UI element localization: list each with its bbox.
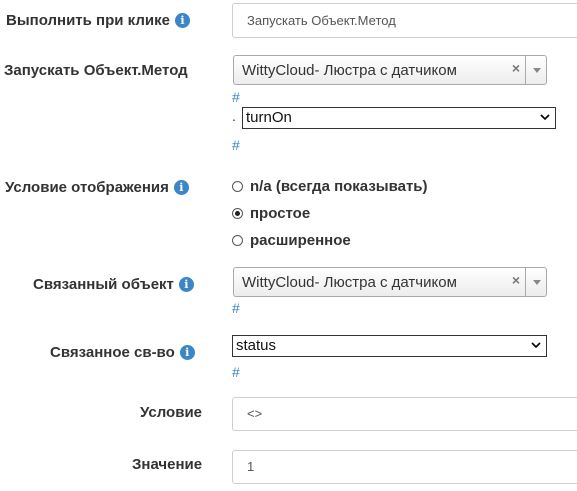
chevron-down-icon[interactable] xyxy=(525,268,546,296)
radio-advanced[interactable]: расширенное xyxy=(232,232,351,249)
chevron-down-icon[interactable] xyxy=(525,56,546,84)
method-select-value: turnOn xyxy=(246,109,292,126)
value-label: Значение xyxy=(132,456,202,474)
value-field-value: 1 xyxy=(247,459,255,474)
object-select-value: WittyCloud- Люстра с датчиком xyxy=(242,62,457,79)
on-click-action-value: Запускать Объект.Метод xyxy=(247,13,396,28)
run-method-label: Запускать Объект.Метод xyxy=(4,62,188,80)
method-link[interactable]: # xyxy=(232,137,240,153)
linked-property-label: Связанное св-во i xyxy=(50,344,195,362)
linked-object-label-text: Связанный объект xyxy=(33,276,174,293)
value-label-text: Значение xyxy=(132,456,203,473)
linked-object-select[interactable]: WittyCloud- Люстра с датчиком × xyxy=(233,267,547,297)
radio-always-show-label: n/a (всегда показывать) xyxy=(250,178,428,195)
method-select[interactable]: turnOn xyxy=(242,107,556,129)
object-select[interactable]: WittyCloud- Люстра с датчиком × xyxy=(233,55,547,85)
chevron-down-icon xyxy=(531,342,541,349)
linked-property-link[interactable]: # xyxy=(232,364,240,380)
close-icon[interactable]: × xyxy=(512,272,520,288)
info-icon[interactable]: i xyxy=(178,277,194,292)
run-method-label-text: Запускать Объект.Метод xyxy=(4,62,188,79)
radio-simple-label: простое xyxy=(250,205,311,222)
linked-object-value: WittyCloud- Люстра с датчиком xyxy=(242,274,457,291)
on-click-label-text: Выполнить при клике xyxy=(6,12,170,29)
close-icon[interactable]: × xyxy=(512,60,520,76)
radio-always-show[interactable]: n/a (всегда показывать) xyxy=(232,178,428,195)
condition-label: Условие xyxy=(140,404,202,422)
linked-property-value: status xyxy=(236,337,277,354)
display-condition-label: Условие отображения i xyxy=(5,179,189,197)
object-link[interactable]: # xyxy=(232,89,240,105)
radio-dot[interactable] xyxy=(232,181,243,192)
linked-property-select[interactable]: status xyxy=(232,335,547,357)
radio-dot-selected[interactable] xyxy=(232,208,243,219)
chevron-down-icon xyxy=(540,114,550,121)
radio-advanced-label: расширенное xyxy=(250,232,351,249)
linked-property-label-text: Связанное св-во xyxy=(50,344,175,361)
info-icon[interactable]: i xyxy=(179,345,195,360)
radio-dot[interactable] xyxy=(232,235,243,246)
linked-object-label: Связанный объект i xyxy=(33,276,194,294)
condition-label-text: Условие xyxy=(140,404,203,421)
on-click-action-field[interactable]: Запускать Объект.Метод xyxy=(232,3,577,38)
condition-value: <> xyxy=(247,406,263,421)
condition-field[interactable]: <> xyxy=(232,397,577,431)
value-field[interactable]: 1 xyxy=(232,450,577,484)
info-icon[interactable]: i xyxy=(174,13,190,28)
display-condition-label-text: Условие отображения xyxy=(5,179,169,196)
info-icon[interactable]: i xyxy=(173,180,189,195)
on-click-label: Выполнить при клике i xyxy=(6,12,190,30)
method-separator-dot: . xyxy=(232,108,236,124)
radio-simple[interactable]: простое xyxy=(232,205,310,222)
linked-object-link[interactable]: # xyxy=(232,300,240,316)
